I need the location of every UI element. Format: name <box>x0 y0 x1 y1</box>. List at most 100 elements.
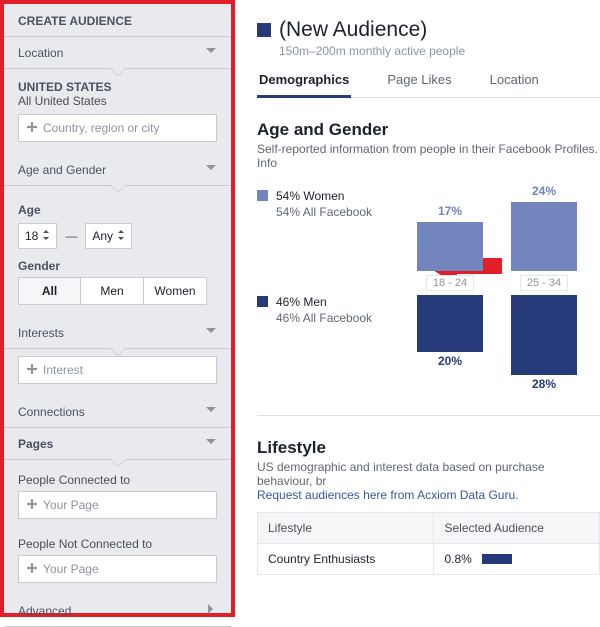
location-placeholder: Country, region or city <box>43 121 160 135</box>
audience-subtitle: 150m–200m monthly active people <box>279 44 600 58</box>
updown-icon <box>117 229 125 243</box>
section-age-gender-header[interactable]: Age and Gender <box>4 154 231 185</box>
lifestyle-row-pct: 0.8% <box>444 552 471 566</box>
gender-option-women[interactable]: Women <box>144 277 207 305</box>
legend-women-note: 54% All Facebook <box>276 204 372 220</box>
lifestyle-col-1[interactable]: Selected Audience <box>434 512 600 543</box>
interest-placeholder: Interest <box>43 363 83 377</box>
tab-page-likes[interactable]: Page Likes <box>385 72 453 97</box>
table-row[interactable]: Country Enthusiasts 0.8% <box>258 543 600 574</box>
section-age-gender-label: Age and Gender <box>18 163 106 177</box>
not-connected-to-input[interactable]: Your Page <box>18 555 217 583</box>
audience-swatch-icon <box>257 23 271 37</box>
location-region-sub: All United States <box>4 94 231 114</box>
main-panel: (New Audience) 150m–200m monthly active … <box>235 0 600 617</box>
lifestyle-blurb: US demographic and interest data based o… <box>257 460 600 502</box>
section-connections: Connections <box>4 396 231 428</box>
chevron-down-icon <box>205 325 217 340</box>
plus-icon <box>27 562 37 576</box>
gender-option-men[interactable]: Men <box>81 277 144 305</box>
legend-men-note: 46% All Facebook <box>276 310 372 326</box>
section-interests: Interests <box>4 317 231 349</box>
section-interests-header[interactable]: Interests <box>4 317 231 348</box>
age-gender-chart: 54% Women 54% All Facebook 46% Men 46% A… <box>257 184 600 393</box>
bar-women <box>417 222 483 271</box>
section-pages-header[interactable]: Pages <box>4 428 231 459</box>
interest-input[interactable]: Interest <box>18 356 217 384</box>
tab-location[interactable]: Location <box>488 72 541 97</box>
gender-segmented: All Men Women <box>18 277 217 305</box>
bar-axis-label: 18 - 24 <box>426 275 474 291</box>
age-label: Age <box>18 203 217 217</box>
chart-legend: 54% Women 54% All Facebook 46% Men 46% A… <box>257 184 417 330</box>
section-pages-label: Pages <box>18 437 53 451</box>
chevron-down-icon <box>205 404 217 419</box>
section-connections-header[interactable]: Connections <box>4 396 231 427</box>
bar-column: 17%18 - 2420% <box>417 204 483 393</box>
bar-men <box>417 295 483 352</box>
section-divider <box>257 415 600 416</box>
section-advanced-label: Advanced <box>18 604 71 618</box>
section-connections-label: Connections <box>18 405 85 419</box>
age-from-value: 18 <box>25 229 38 243</box>
age-gender-subheading: Self-reported information from people in… <box>257 142 600 170</box>
bar-pct-men: 28% <box>532 377 556 393</box>
chart-bars: 17%18 - 2420%24%25 - 3428% <box>417 184 577 393</box>
section-location-label: Location <box>18 46 63 60</box>
legend-women-pct: 54% Women <box>276 188 372 204</box>
bar-axis-label: 25 - 34 <box>520 275 568 291</box>
lifestyle-row-value: 0.8% <box>434 543 600 574</box>
section-notch <box>4 69 231 76</box>
tab-bar: Demographics Page Likes Location <box>257 72 600 98</box>
lifestyle-request-link[interactable]: Request audiences here from Acxiom Data … <box>257 488 518 502</box>
not-connected-to-label: People Not Connected to <box>4 531 231 555</box>
age-gender-heading: Age and Gender <box>257 120 600 140</box>
chevron-down-icon <box>205 436 217 451</box>
not-connected-placeholder: Your Page <box>43 562 99 576</box>
lifestyle-minibar <box>482 554 512 564</box>
section-advanced-header[interactable]: Advanced <box>4 595 231 626</box>
section-location: Location <box>4 37 231 69</box>
tab-demographics[interactable]: Demographics <box>257 72 351 98</box>
connected-placeholder: Your Page <box>43 498 99 512</box>
bar-column: 24% 25 - 34 28% <box>511 184 577 393</box>
chevron-down-icon <box>205 45 217 60</box>
lifestyle-col-0[interactable]: Lifestyle <box>258 512 434 543</box>
plus-icon <box>27 498 37 512</box>
location-input[interactable]: Country, region or city <box>18 114 217 142</box>
section-notch <box>4 460 231 467</box>
gender-label: Gender <box>18 259 217 273</box>
connected-to-input[interactable]: Your Page <box>18 491 217 519</box>
legend-swatch-women <box>257 190 268 201</box>
section-pages: Pages <box>4 428 231 460</box>
section-interests-label: Interests <box>18 326 64 340</box>
bar-pct-men: 20% <box>438 354 462 370</box>
section-location-header[interactable]: Location <box>4 37 231 68</box>
connected-to-label: People Connected to <box>4 467 231 491</box>
legend-men-pct: 46% Men <box>276 294 372 310</box>
section-age-gender: Age and Gender <box>4 154 231 186</box>
chevron-right-icon <box>205 603 217 618</box>
section-advanced: Advanced <box>4 595 231 627</box>
range-dash: — <box>65 229 77 243</box>
bar-men <box>511 295 577 375</box>
chevron-down-icon <box>205 162 217 177</box>
gender-option-all[interactable]: All <box>18 277 81 305</box>
updown-icon <box>42 229 50 243</box>
section-notch <box>4 349 231 356</box>
location-region-title: UNITED STATES <box>4 76 231 94</box>
lifestyle-table: Lifestyle Selected Audience Country Enth… <box>257 512 600 575</box>
plus-icon <box>27 121 37 135</box>
bar-women <box>511 202 577 271</box>
lifestyle-heading: Lifestyle <box>257 438 600 458</box>
age-gender-body: Age 18 — Any Gender All Men Women <box>4 193 231 317</box>
age-from-select[interactable]: 18 <box>18 223 57 249</box>
lifestyle-line1: US demographic and interest data based o… <box>257 460 545 488</box>
create-audience-sidebar: CREATE AUDIENCE Location UNITED STATES A… <box>0 0 235 617</box>
age-to-select[interactable]: Any <box>85 223 132 249</box>
legend-men: 46% Men 46% All Facebook <box>257 294 417 326</box>
legend-swatch-men <box>257 296 268 307</box>
bar-pct-women: 24% <box>532 184 556 200</box>
age-to-value: Any <box>92 229 113 243</box>
plus-icon <box>27 363 37 377</box>
